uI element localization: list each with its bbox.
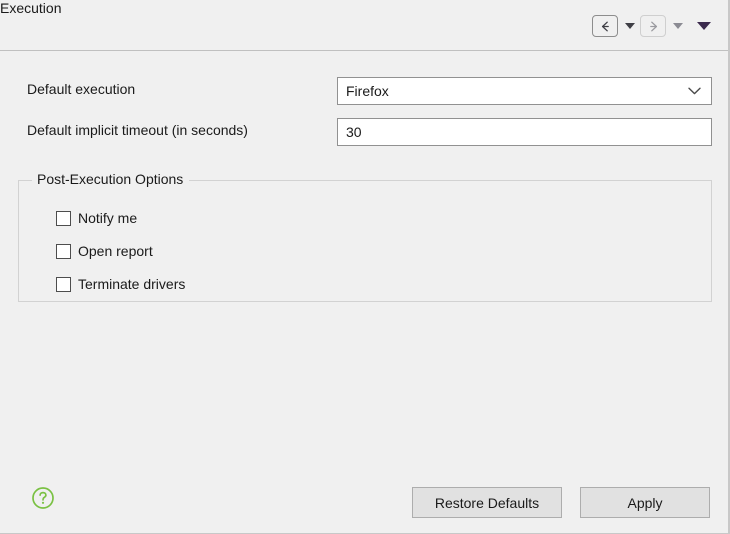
default-timeout-row: Default implicit timeout (in seconds) 30 (0, 118, 728, 146)
navigation-controls (592, 12, 716, 40)
default-execution-value: Firefox (346, 83, 389, 99)
caret-down-icon (673, 23, 683, 29)
view-menu-button[interactable] (692, 15, 716, 37)
post-execution-options-title: Post-Execution Options (32, 171, 190, 187)
default-timeout-input[interactable]: 30 (337, 118, 712, 146)
default-timeout-control: 30 (337, 118, 712, 146)
default-execution-select[interactable]: Firefox (337, 77, 712, 105)
checkbox-label-terminate-drivers: Terminate drivers (78, 276, 186, 292)
default-execution-row: Default execution Firefox (0, 77, 728, 105)
default-execution-label: Default execution (27, 81, 136, 97)
default-timeout-value: 30 (346, 124, 362, 140)
post-execution-options-group: Post-Execution Options Notify me Open re… (18, 171, 712, 302)
checkbox-row-notify-me[interactable]: Notify me (56, 208, 137, 228)
restore-defaults-button[interactable]: Restore Defaults (412, 487, 562, 518)
help-question-circle-icon[interactable] (31, 486, 55, 510)
back-button[interactable] (592, 15, 618, 37)
caret-down-icon (697, 22, 711, 30)
checkbox-row-open-report[interactable]: Open report (56, 241, 153, 261)
checkbox-label-open-report: Open report (78, 243, 153, 259)
caret-down-icon (625, 23, 635, 29)
checkbox-row-terminate-drivers[interactable]: Terminate drivers (56, 274, 185, 294)
checkbox-notify-me[interactable] (56, 210, 71, 226)
checkbox-label-notify-me: Notify me (78, 210, 138, 226)
preferences-page: Execution Default execution Firefox Defa… (0, 0, 730, 534)
forward-button[interactable] (640, 15, 666, 37)
back-history-dropdown-button[interactable] (620, 15, 640, 37)
forward-history-dropdown-button[interactable] (668, 15, 688, 37)
apply-button[interactable]: Apply (580, 487, 710, 518)
default-timeout-label: Default implicit timeout (in seconds) (27, 122, 248, 138)
footer-button-bar: Restore Defaults Apply (412, 487, 710, 518)
page-header: Execution (0, 0, 728, 51)
chevron-down-icon (688, 87, 701, 95)
checkbox-terminate-drivers[interactable] (56, 276, 71, 292)
default-execution-control: Firefox (337, 77, 712, 105)
checkbox-open-report[interactable] (56, 243, 71, 259)
